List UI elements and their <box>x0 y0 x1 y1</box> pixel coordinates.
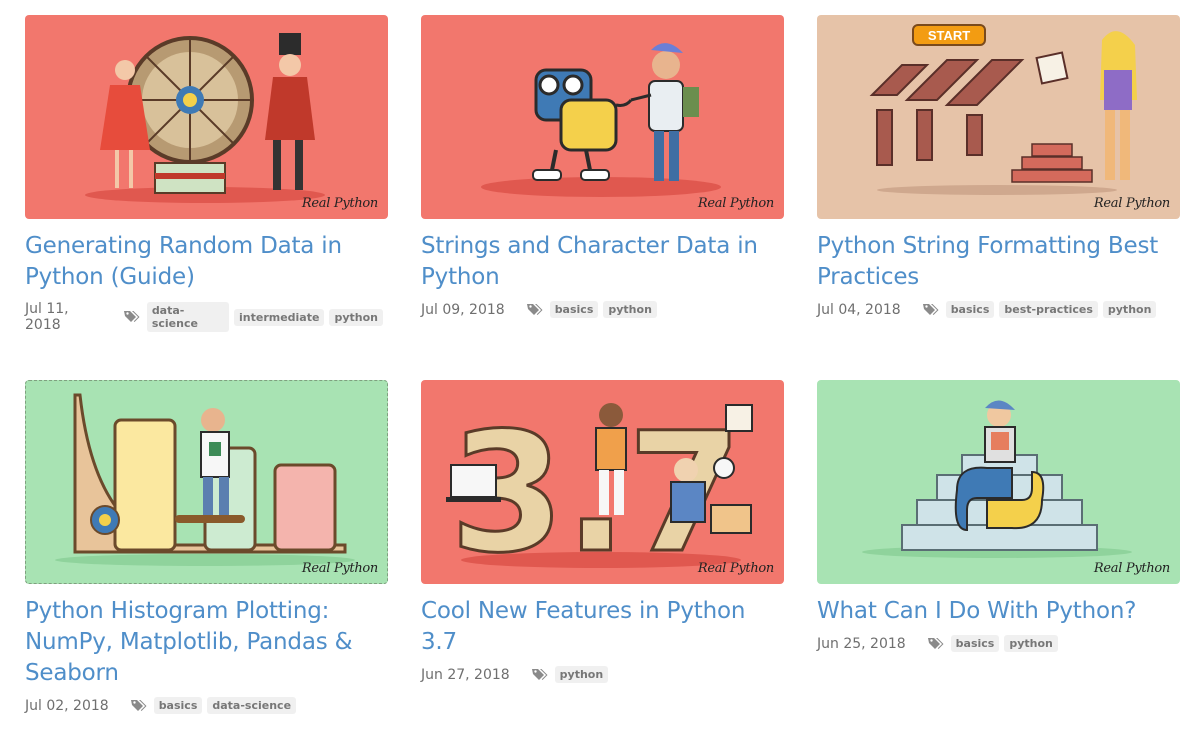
article-meta: Jul 02, 2018 basics data-science <box>25 697 388 714</box>
article-thumbnail[interactable]: START Real Python <box>817 15 1180 219</box>
tag-basics[interactable]: basics <box>549 301 599 318</box>
tag-basics[interactable]: basics <box>950 635 1000 652</box>
tag-basics[interactable]: basics <box>153 697 203 714</box>
histogram-illustration <box>55 393 355 566</box>
article-title-link[interactable]: Strings and Character Data in Python <box>421 231 784 293</box>
tag-python[interactable]: python <box>1004 635 1058 652</box>
python-37-illustration: 3.7 <box>446 396 753 584</box>
article-date: Jul 09, 2018 <box>421 301 505 318</box>
tags-icon <box>123 310 141 324</box>
tag-basics[interactable]: basics <box>945 301 995 318</box>
article-meta: Jun 27, 2018 python <box>421 666 784 683</box>
article-thumbnail[interactable]: Real Python <box>817 380 1180 584</box>
random-data-illustration <box>85 33 325 203</box>
tags-icon <box>531 668 549 682</box>
article-title-link[interactable]: Python Histogram Plotting: NumPy, Matplo… <box>25 596 388 689</box>
tag-data-science[interactable]: data-science <box>146 302 229 332</box>
tag-python[interactable]: python <box>1102 301 1157 318</box>
tags-icon <box>922 303 940 317</box>
article-thumbnail[interactable]: Real Python <box>421 15 784 219</box>
tag-intermediate[interactable]: intermediate <box>234 308 325 326</box>
what-can-i-do-illustration <box>862 400 1132 558</box>
tag-python[interactable]: python <box>603 301 657 318</box>
article-card: Real Python Python Histogram Plotting: N… <box>25 380 388 714</box>
string-formatting-illustration: START <box>869 24 1137 195</box>
real-python-logo: Real Python <box>1093 196 1170 211</box>
article-card: 3.7 Real Python Cool New Features in Pyt… <box>421 380 784 683</box>
tags-icon <box>526 303 544 317</box>
article-grid: Real Python Generating Random Data in Py… <box>0 0 1200 730</box>
article-meta: Jul 04, 2018 basics best-practices pytho… <box>817 301 1180 318</box>
tag-data-science[interactable]: data-science <box>207 697 297 714</box>
real-python-logo: Real Python <box>301 561 378 576</box>
article-date: Jun 27, 2018 <box>421 666 510 683</box>
article-date: Jul 04, 2018 <box>817 301 901 318</box>
article-title-link[interactable]: Generating Random Data in Python (Guide) <box>25 231 388 293</box>
tags-icon <box>130 699 148 713</box>
article-thumbnail[interactable]: Real Python <box>25 380 388 584</box>
article-date: Jul 11, 2018 <box>25 301 69 333</box>
tag-best-practices[interactable]: best-practices <box>999 301 1098 318</box>
article-card: Real Python Generating Random Data in Py… <box>25 15 388 333</box>
real-python-logo: Real Python <box>301 196 378 211</box>
real-python-logo: Real Python <box>1093 561 1170 576</box>
article-title-link[interactable]: What Can I Do With Python? <box>817 596 1180 627</box>
tag-python[interactable]: python <box>554 666 609 683</box>
article-card: Real Python Strings and Character Data i… <box>421 15 784 318</box>
start-sign-text: START <box>928 28 970 43</box>
strings-illustration <box>481 43 721 197</box>
tag-python[interactable]: python <box>329 308 383 326</box>
article-thumbnail[interactable]: Real Python <box>25 15 388 219</box>
tags-icon <box>927 637 945 651</box>
article-meta: Jul 09, 2018 basics python <box>421 301 784 318</box>
article-card: START Real Python Python String Formatti… <box>817 15 1180 318</box>
article-meta: Jun 25, 2018 basics python <box>817 635 1180 652</box>
article-thumbnail[interactable]: 3.7 Real Python <box>421 380 784 584</box>
real-python-logo: Real Python <box>697 561 774 576</box>
article-title-link[interactable]: Python String Formatting Best Practices <box>817 231 1180 293</box>
real-python-logo: Real Python <box>697 196 774 211</box>
article-date: Jun 25, 2018 <box>817 635 906 652</box>
article-card: Real Python What Can I Do With Python? J… <box>817 380 1180 652</box>
article-title-link[interactable]: Cool New Features in Python 3.7 <box>421 596 784 658</box>
article-meta: Jul 11, 2018 data-science intermediate p… <box>25 301 388 333</box>
article-date: Jul 02, 2018 <box>25 697 109 714</box>
